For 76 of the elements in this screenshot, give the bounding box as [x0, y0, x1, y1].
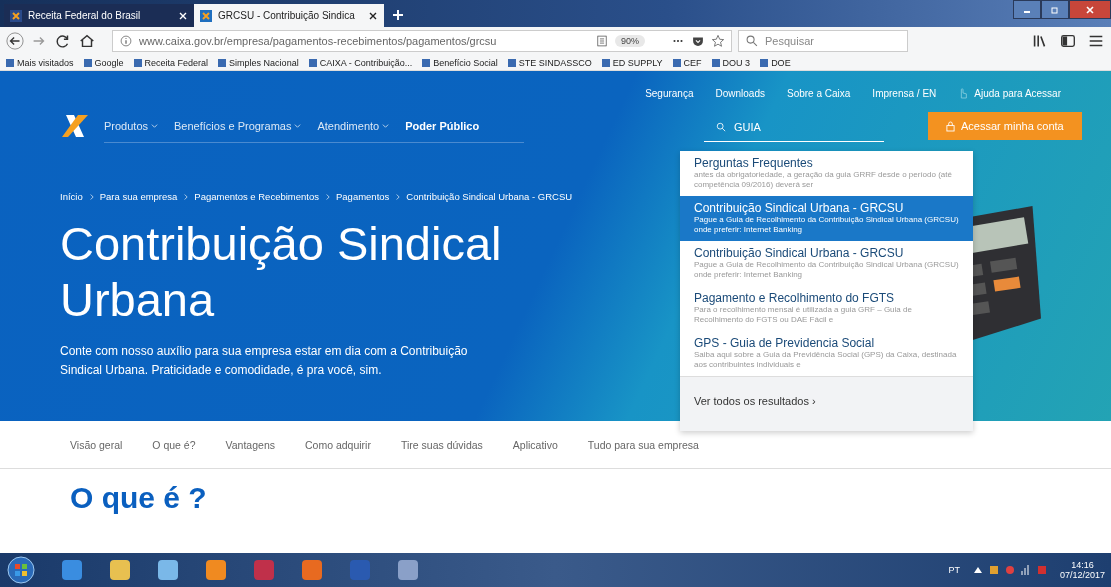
page-description: Conte com nosso auxílio para sua empresa estar em dia com a Contribuição Sindical Urbana. Praticidade e comodidade, é pra você, sim.	[60, 343, 469, 379]
section-tab[interactable]: Visão geral	[70, 439, 123, 451]
breadcrumb-link[interactable]: Para sua empresa	[99, 191, 178, 202]
bookmark[interactable]: ED SUPPLY	[601, 57, 663, 68]
site-icon	[200, 9, 212, 22]
breadcrumb-link[interactable]: Pagamentos e Recebimentos	[194, 191, 319, 202]
section-title: O que é ?	[70, 481, 208, 515]
header-link[interactable]: Ajuda para Acessar	[958, 83, 1061, 103]
section-tab[interactable]: Como adquirir	[305, 439, 371, 451]
new-tab-icon[interactable]	[392, 9, 404, 21]
bookmark[interactable]: CAIXA - Contribuição...	[308, 57, 413, 68]
section-tab[interactable]: Vantagens	[225, 439, 275, 451]
search-field[interactable]: Pesquisar	[738, 30, 908, 52]
browser-tab[interactable]: GRCSU - Contribuição Sindica	[194, 4, 384, 27]
bookmark[interactable]: Simples Nacional	[218, 57, 299, 68]
restore-icon	[1050, 4, 1060, 15]
bookmark[interactable]: Benefício Social	[422, 57, 498, 68]
bookmark[interactable]: Google	[83, 57, 124, 68]
restore-button[interactable]	[1041, 0, 1069, 19]
language-indicator[interactable]: PT	[948, 565, 960, 575]
section-tab[interactable]: Tire suas dúvidas	[400, 439, 483, 451]
close-icon[interactable]	[368, 10, 378, 21]
bookmark[interactable]: STE SINDASSCO	[507, 57, 592, 68]
lock-icon	[946, 120, 955, 132]
bookmark[interactable]: CEF	[672, 57, 702, 68]
star-icon[interactable]	[711, 34, 725, 48]
minimize-icon	[1024, 11, 1030, 13]
site-icon	[10, 9, 22, 22]
breadcrumb-link[interactable]: Pagamentos	[336, 191, 390, 202]
start-button[interactable]	[6, 555, 36, 585]
bookmark[interactable]: Mais visitados	[6, 57, 74, 68]
header-link[interactable]: Sobre a Caixa	[787, 83, 851, 103]
url-text: www.caixa.gov.br/empresa/pagamentos-recebimentos/pagamentos/grcsu	[139, 35, 498, 47]
address-bar[interactable]: www.caixa.gov.br/empresa/pagamentos-recebimentos/pagamentos/grcsu 90%	[112, 30, 732, 52]
chevron-icon	[325, 192, 330, 201]
zoom-level[interactable]: 90%	[615, 35, 645, 47]
search-result[interactable]: Contribuição Sindical Urbana - GRCSU Pague a Guia de Recolhimento da Contribuição Sindical Urbana (GRCSU) onde preferir: Internet Banking	[680, 196, 973, 241]
section-tab[interactable]: Aplicativo	[512, 439, 558, 451]
section-tab[interactable]: O que é?	[152, 439, 196, 451]
back-icon[interactable]	[6, 32, 24, 50]
all-results-link[interactable]: Ver todos os resultados ›	[694, 395, 816, 407]
page-title: Contribuição Sindical Urbana	[60, 216, 503, 328]
minimize-button[interactable]	[1013, 0, 1041, 19]
search-icon	[716, 121, 726, 132]
section-tab[interactable]: Tudo para sua empresa	[587, 439, 699, 451]
close-button[interactable]	[1069, 0, 1111, 19]
header-link[interactable]: Downloads	[715, 83, 765, 103]
hand-icon	[958, 86, 969, 100]
chevron-icon	[183, 192, 189, 201]
bookmark[interactable]: DOU 3	[711, 57, 751, 68]
chevron-icon	[395, 192, 401, 201]
nav-item[interactable]: Atendimento	[317, 119, 390, 132]
search-result[interactable]: Perguntas Frequentes antes da obrigatoriedade, a geração da guia GRRF desde o período (até competência 09/2016) deverá ser	[680, 151, 973, 196]
browser-tab[interactable]: Receita Federal do Brasil	[4, 4, 194, 27]
nav-item[interactable]: Produtos	[104, 119, 159, 132]
nav-item[interactable]: Benefícios e Programas	[174, 119, 302, 132]
breadcrumb-link[interactable]: Contribuição Sindical Urbana - GRCSU	[406, 191, 573, 202]
bookmark[interactable]: Receita Federal	[133, 57, 209, 68]
info-icon	[119, 34, 133, 48]
search-result[interactable]: Contribuição Sindical Urbana - GRCSU Pague a Guia de Recolhimento da Contribuição Sindical Urbana (GRCSU) onde preferir: Internet Banking	[680, 241, 973, 286]
chevron-icon	[88, 192, 94, 201]
header-link[interactable]: Segurança	[645, 83, 694, 103]
bookmark[interactable]: DOE	[760, 57, 791, 68]
header-link[interactable]: Imprensa / EN	[872, 83, 937, 103]
close-icon	[1085, 4, 1095, 15]
breadcrumb-link[interactable]: Início	[60, 191, 83, 202]
search-icon	[745, 34, 759, 48]
sidebar-icon[interactable]	[1059, 32, 1077, 50]
reader-icon[interactable]	[595, 34, 609, 48]
home-icon[interactable]	[78, 32, 96, 50]
nav-item[interactable]: Poder Público	[405, 119, 480, 132]
clock-time[interactable]: 14:16	[1071, 560, 1094, 570]
search-result[interactable]: Pagamento e Recolhimento do FGTS Para o recolhimento mensal é utilizada a guia GRF – Guia de Recolhimento do FGTS ou DAE Fácil e	[680, 286, 973, 331]
clock-date[interactable]: 07/12/2017	[1059, 570, 1105, 580]
search-result[interactable]: GPS - Guia de Previdencia Social Saiba aqui sobre a Guia da Previdência Social (GPS) da Caixa, destinada aos contribuintes individuais e	[680, 331, 973, 376]
search-field[interactable]: GUIA	[704, 110, 884, 142]
